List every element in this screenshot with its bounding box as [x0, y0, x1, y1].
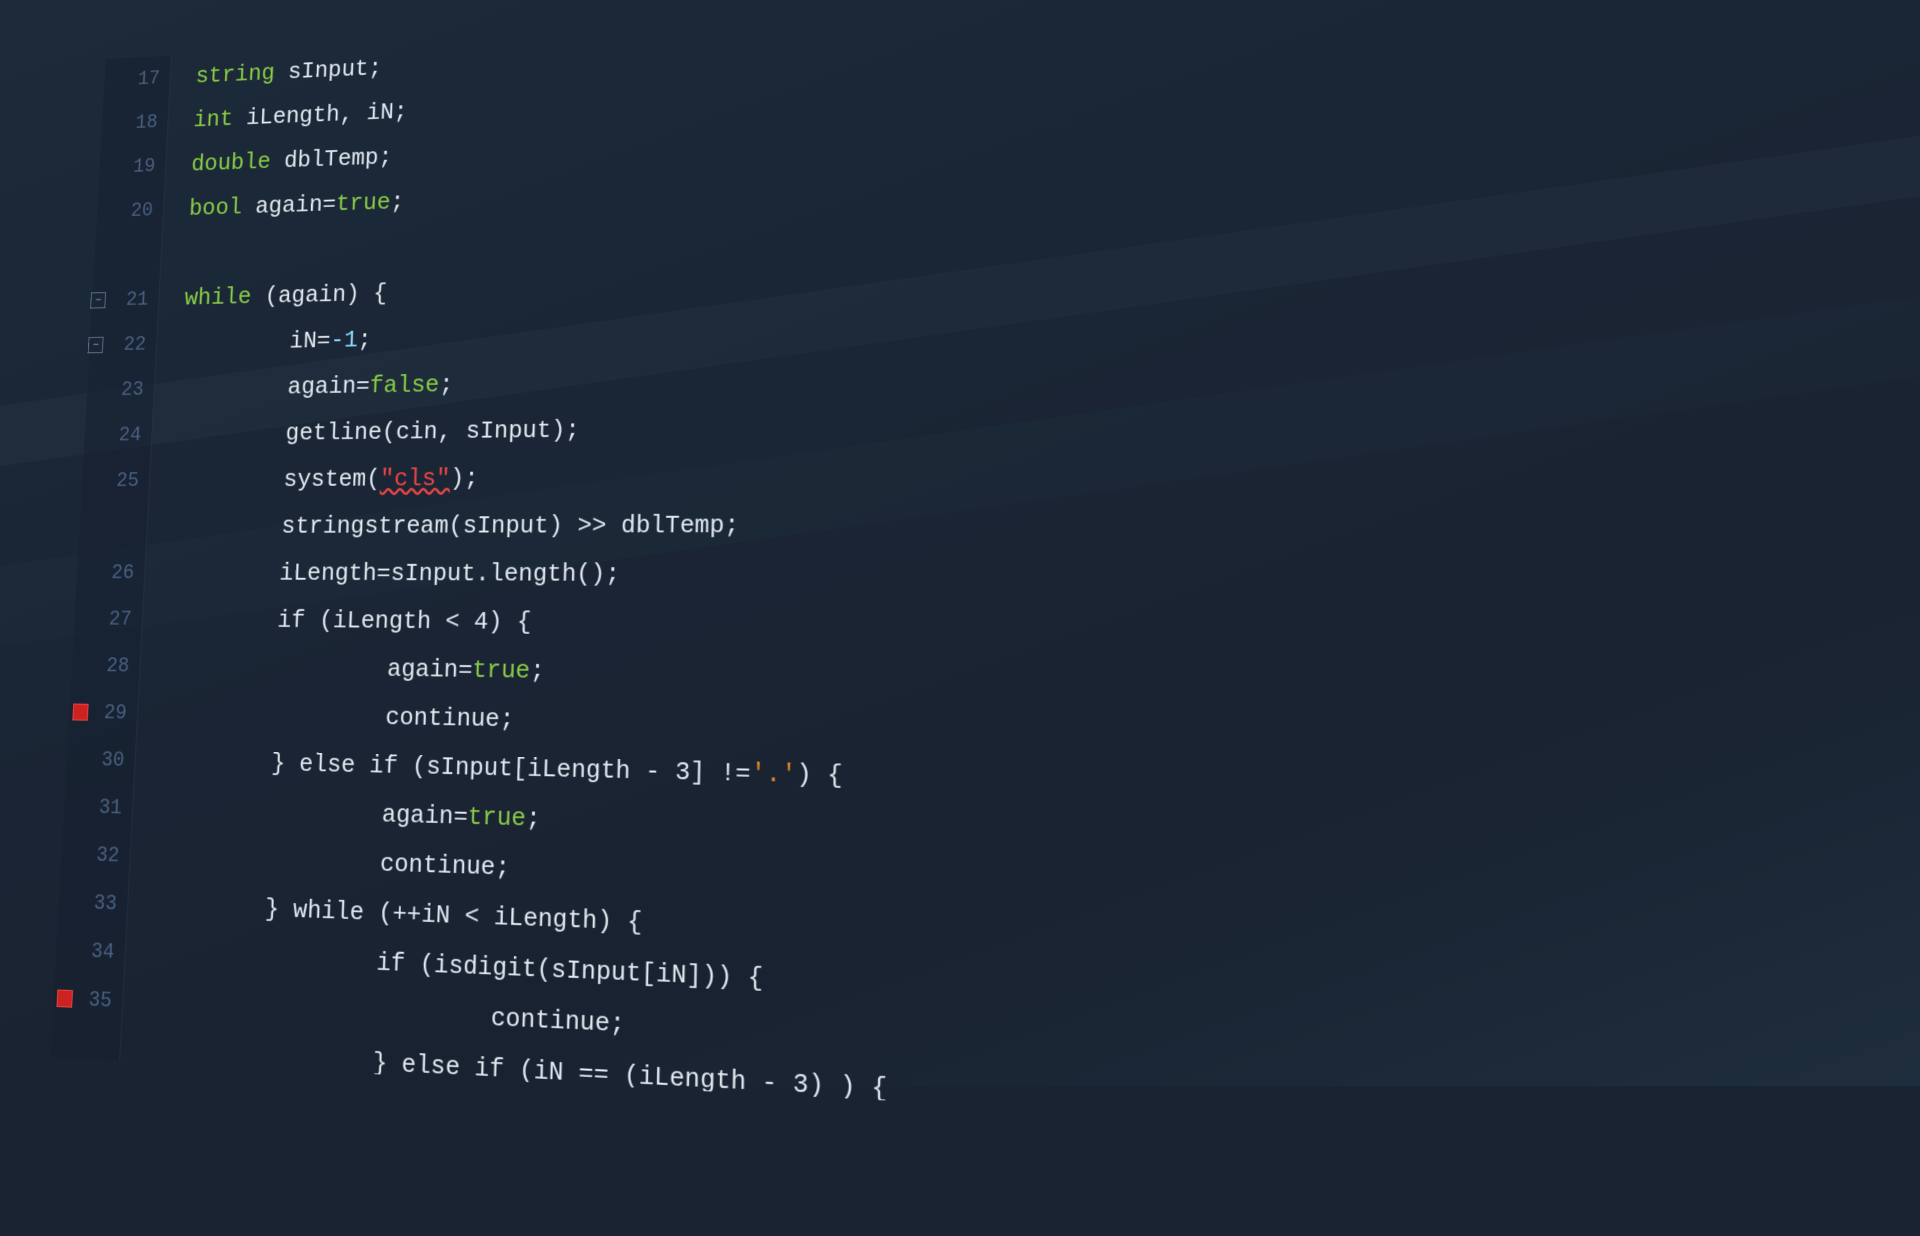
token-true-3: true [467, 802, 526, 833]
token-sInput: sInput; [287, 54, 382, 85]
token-semi-5: ; [526, 803, 541, 833]
line-29: 29 [68, 689, 138, 737]
line-35: 35 [52, 974, 123, 1026]
token-dblTemp: dblTemp; [283, 143, 392, 174]
token-semi-4: ; [530, 656, 545, 685]
token-partial-end: ; [487, 1105, 503, 1137]
breakpoint-29[interactable] [72, 704, 88, 721]
line-33: 33 [58, 878, 129, 929]
token-iLength-assign: iLength [170, 559, 377, 588]
line-blank3 [49, 1022, 121, 1074]
line-21: − 21 [91, 276, 160, 322]
token-eq-2: = [316, 327, 331, 355]
token-again-4: again [159, 794, 454, 831]
code-area: string sInput; int iLength, iN; double d… [120, 0, 1920, 1160]
line-19: 19 [98, 143, 166, 189]
token-sInput-length: sInput.length(); [390, 559, 620, 589]
token-partial: } else if ( [144, 1086, 459, 1134]
token-true-kw: true [335, 189, 391, 218]
line-20: 20 [96, 187, 164, 233]
line-32: 32 [60, 830, 131, 880]
token-dot-char: '.' [750, 759, 796, 790]
line-31: 31 [63, 783, 134, 832]
token-eq-3: = [355, 372, 370, 400]
token-else-if-end: ) { [796, 759, 843, 790]
token-continue-2: continue; [156, 842, 510, 882]
token-while-cond: (again) { [264, 280, 388, 310]
token-eq-6: = [453, 802, 468, 832]
token-while-kw: while [184, 283, 265, 312]
editor-inner: 17 18 19 20 − 21 − 22 23 24 25 26 27 28 … [50, 0, 1920, 1160]
code-line-ss: stringstream(sInput) >> dblTemp; [172, 496, 1920, 551]
token-string-kw: string [195, 59, 288, 90]
line-28: 28 [71, 642, 141, 690]
line-blank2 [78, 503, 148, 549]
line-22: − 22 [89, 321, 158, 367]
line-30: 30 [65, 735, 135, 784]
token-int-kw: int [193, 105, 247, 134]
token-system: system( [175, 465, 381, 494]
token-eq-4: = [376, 559, 391, 588]
token-true-2: true [472, 656, 531, 686]
token-indent-1: iN [182, 327, 318, 357]
token-stringstream: stringstream(sInput) >> dblTemp; [173, 511, 740, 540]
line-26: 26 [76, 549, 146, 595]
token-partial-cursor: iN [458, 1103, 488, 1135]
token-semi-1: ; [390, 188, 405, 216]
line-25: 25 [81, 457, 150, 503]
token-again-3: again [166, 652, 459, 684]
collapse-button-22[interactable]: − [88, 337, 104, 353]
line-17: 17 [103, 56, 171, 103]
token-again-var: again [255, 191, 323, 220]
line-blank [94, 232, 162, 278]
token-getline: getline(cin, sInput); [177, 416, 580, 448]
line-24: 24 [84, 412, 153, 458]
token-neg1: -1 [330, 326, 358, 354]
line-27: 27 [73, 596, 143, 643]
token-false-kw: false [369, 371, 439, 400]
token-else-if-1: } else if (sInput[iLength - 3] != [161, 747, 751, 789]
token-system-end: ); [450, 464, 479, 493]
collapse-button-21[interactable]: − [90, 292, 106, 308]
token-semi-2: ; [357, 326, 372, 354]
line-partial [47, 1071, 119, 1124]
breakpoint-35[interactable] [56, 989, 73, 1007]
token-bool-kw: bool [188, 193, 256, 222]
token-if-iLength: if (iLength < 4) { [168, 605, 532, 636]
token-double-kw: double [191, 148, 285, 178]
token-eq-op: = [322, 190, 337, 218]
token-again-2: again [179, 372, 356, 402]
token-continue-1: continue; [163, 699, 514, 734]
token-iLength-iN: iLength, iN; [246, 98, 408, 131]
token-semi-3: ; [439, 371, 454, 399]
editor-container: 17 18 19 20 − 21 − 22 23 24 25 26 27 28 … [0, 0, 1920, 1086]
line-18: 18 [101, 99, 169, 145]
token-while-inner: } while (++iN < iLength) { [154, 891, 643, 938]
line-23: 23 [86, 366, 155, 412]
line-34: 34 [55, 926, 126, 977]
token-eq-5: = [458, 655, 473, 684]
token-cls-string: "cls" [380, 464, 451, 493]
